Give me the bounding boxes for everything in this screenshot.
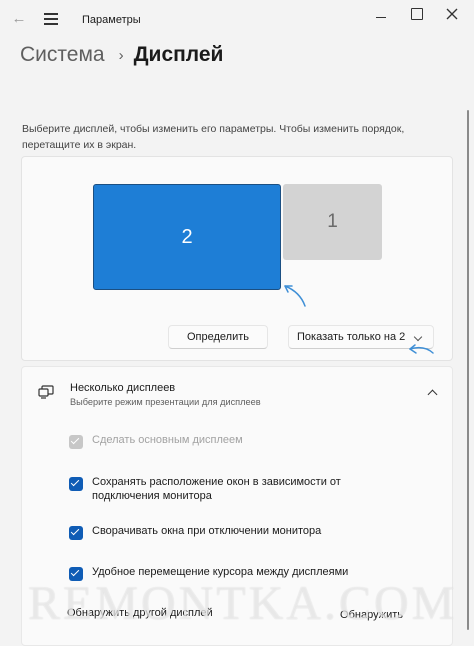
detect-button[interactable]: Обнаружить: [316, 607, 427, 623]
annotation-arrow-icon: [409, 344, 434, 354]
chevron-up-icon[interactable]: [427, 389, 438, 400]
detect-row: Обнаружить другой дисплей Обнаружить: [67, 607, 427, 623]
multiple-monitors-icon: [38, 385, 54, 399]
option-make-primary: Сделать основным дисплеем: [69, 433, 362, 449]
minimize-on-disconnect-checkbox[interactable]: [69, 526, 83, 540]
option-ease-cursor-movement[interactable]: Удобное перемещение курсора между диспле…: [69, 565, 362, 581]
remember-window-locations-checkbox[interactable]: [69, 477, 83, 491]
make-primary-checkbox: [69, 435, 83, 449]
multiple-displays-subtitle: Выберите режим презентации для дисплеев: [70, 397, 261, 407]
annotation-arrow-icon: [284, 285, 306, 307]
multiple-displays-section: Несколько дисплеев Выберите режим презен…: [21, 366, 453, 646]
option-label: Удобное перемещение курсора между диспле…: [92, 566, 349, 578]
option-minimize-on-disconnect[interactable]: Сворачивать окна при отключении монитора: [69, 524, 362, 540]
detect-other-display-label: Обнаружить другой дисплей: [67, 607, 213, 619]
option-label: Сделать основным дисплеем: [92, 434, 243, 446]
multiple-displays-title: Несколько дисплеев: [70, 382, 176, 394]
option-remember-window-locations[interactable]: Сохранять расположение окон в зависимост…: [69, 475, 362, 503]
option-label: Сохранять расположение окон в зависимост…: [92, 476, 341, 502]
option-label: Сворачивать окна при отключении монитора: [92, 525, 322, 537]
ease-cursor-movement-checkbox[interactable]: [69, 567, 83, 581]
